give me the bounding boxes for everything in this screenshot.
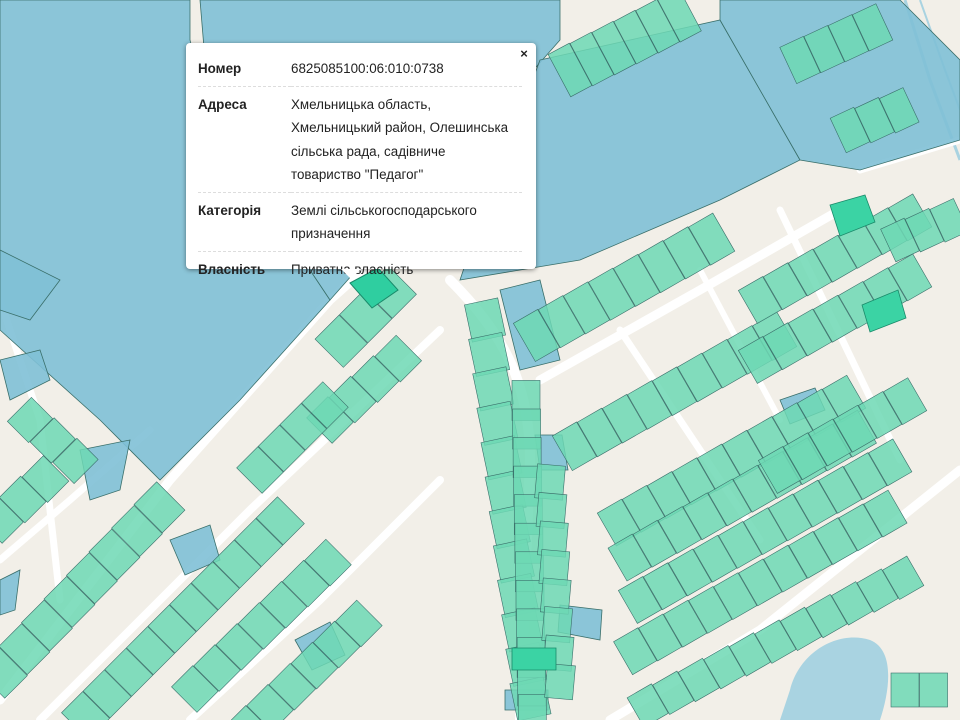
highlight-parcel-3 [511,647,557,671]
label-category: Категорія [198,192,291,252]
row-address: Адреса Хмельницька область, Хмельницький… [198,86,522,193]
label-address: Адреса [198,86,291,193]
label-number: Номер [198,51,291,87]
row-number: Номер 6825085100:06:010:0738 [198,51,522,87]
parcel [890,672,920,708]
parcel-info-table: Номер 6825085100:06:010:0738 Адреса Хмел… [198,51,522,286]
parcel-info-popup: × Номер 6825085100:06:010:0738 Адреса Хм… [186,43,536,279]
value-address: Хмельницька область, Хмельницький район,… [291,86,522,193]
value-category: Землі сільськогосподарського призначення [291,192,522,252]
value-ownership: Приватна власність [291,261,414,277]
parcel [919,672,948,708]
row-category: Категорія Землі сільськогосподарського п… [198,192,522,252]
parcel [517,694,547,720]
popup-tip [341,269,361,279]
label-ownership: Власність [198,261,266,277]
close-icon[interactable]: × [517,47,531,61]
value-number: 6825085100:06:010:0738 [291,51,522,87]
